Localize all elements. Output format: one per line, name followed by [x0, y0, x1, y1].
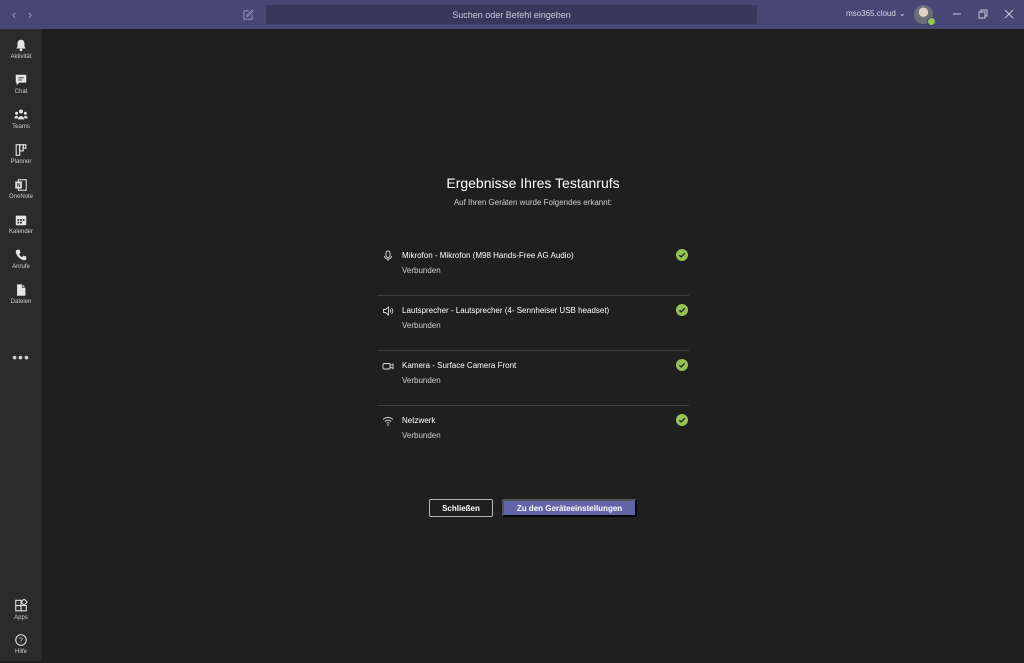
- check-circle-icon: [676, 359, 688, 371]
- chevron-down-icon: ⌄: [898, 9, 906, 18]
- rail-item-help[interactable]: ? Hilfe: [0, 631, 42, 663]
- page-subtitle: Auf Ihren Geräten wurde Folgendes erkann…: [453, 198, 613, 207]
- forward-arrow-icon[interactable]: ›: [23, 7, 37, 22]
- rail-item-activity[interactable]: Aktivität: [0, 36, 42, 68]
- device-status: Verbunden: [402, 321, 441, 330]
- minimize-icon[interactable]: [950, 7, 964, 21]
- device-status: Verbunden: [402, 376, 441, 385]
- device-status: Verbunden: [402, 266, 441, 275]
- svg-text:N: N: [17, 183, 21, 189]
- presence-available-icon: [927, 17, 936, 26]
- phone-icon: [15, 249, 27, 261]
- title-bar: ‹ › Suchen oder Befehl eingeben mso365.c…: [0, 0, 1024, 29]
- rail-item-calls[interactable]: Anrufe: [0, 246, 42, 278]
- rail-label: OneNote: [8, 194, 33, 200]
- device-settings-button[interactable]: Zu den Geräteeinstellungen: [502, 499, 637, 517]
- device-name: Netzwerk: [402, 416, 436, 425]
- rail-item-files[interactable]: Dateien: [0, 281, 42, 313]
- restore-icon[interactable]: [976, 7, 990, 21]
- more-apps-icon[interactable]: •••: [0, 349, 42, 365]
- bell-icon: [16, 39, 26, 52]
- speaker-icon: [383, 306, 394, 316]
- help-icon: ?: [15, 634, 27, 646]
- close-button[interactable]: Schließen: [429, 499, 493, 517]
- rail-item-calendar[interactable]: Kalender: [0, 211, 42, 243]
- rail-item-planner[interactable]: Planner: [0, 141, 42, 173]
- planner-icon: [15, 144, 27, 156]
- camera-icon: [382, 363, 394, 370]
- rail-item-chat[interactable]: Chat: [0, 71, 42, 103]
- rail-label: Apps: [14, 615, 28, 621]
- rail-item-apps[interactable]: Apps: [0, 597, 42, 629]
- rail-label: Anrufe: [12, 264, 30, 270]
- device-row-microphone: Mikrofon - Mikrofon (M98 Hands-Free AG A…: [377, 240, 689, 296]
- rail-label: Teams: [12, 124, 30, 130]
- chat-icon: [15, 74, 27, 86]
- onenote-icon: N: [15, 179, 27, 191]
- apps-icon: [15, 599, 28, 612]
- rail-label: Planner: [10, 159, 32, 165]
- device-row-network: Netzwerk Verbunden: [377, 405, 689, 460]
- check-circle-icon: [676, 249, 688, 261]
- device-name: Lautsprecher - Lautsprecher (4- Sennheis…: [402, 306, 610, 315]
- tenant-name: mso365.cloud: [846, 9, 896, 18]
- calendar-icon: [15, 215, 27, 226]
- device-row-speaker: Lautsprecher - Lautsprecher (4- Sennheis…: [377, 295, 689, 351]
- wifi-icon: [382, 417, 394, 426]
- device-row-camera: Kamera - Surface Camera Front Verbunden: [377, 350, 689, 406]
- microphone-icon: [384, 250, 392, 261]
- compose-icon[interactable]: [242, 8, 255, 21]
- rail-label: Aktivität: [10, 54, 32, 60]
- check-circle-icon: [676, 304, 688, 316]
- search-placeholder: Suchen oder Befehl eingeben: [452, 9, 571, 20]
- rail-label: Hilfe: [14, 649, 27, 655]
- rail-label: Chat: [14, 89, 28, 95]
- check-circle-icon: [676, 414, 688, 426]
- file-icon: [17, 284, 26, 296]
- device-name: Kamera - Surface Camera Front: [402, 361, 517, 370]
- page-title: Ergebnisse Ihres Testanrufs: [446, 175, 620, 191]
- search-input[interactable]: Suchen oder Befehl eingeben: [266, 5, 757, 24]
- teams-icon: [14, 109, 28, 120]
- rail-label: Kalender: [8, 229, 34, 235]
- rail-label: Dateien: [10, 299, 32, 305]
- close-window-icon[interactable]: [1002, 7, 1016, 21]
- rail-item-teams[interactable]: Teams: [0, 106, 42, 138]
- rail-item-onenote[interactable]: N OneNote: [0, 176, 42, 208]
- svg-text:?: ?: [19, 638, 23, 645]
- back-arrow-icon[interactable]: ‹: [7, 7, 21, 22]
- tenant-switcher[interactable]: mso365.cloud ⌄: [846, 9, 906, 18]
- app-rail: Aktivität Chat Teams Planner N OneNote K…: [0, 29, 42, 661]
- device-status: Verbunden: [402, 431, 441, 440]
- device-name: Mikrofon - Mikrofon (M98 Hands-Free AG A…: [402, 251, 574, 260]
- test-call-results: Ergebnisse Ihres Testanrufs Auf Ihren Ge…: [42, 29, 1024, 661]
